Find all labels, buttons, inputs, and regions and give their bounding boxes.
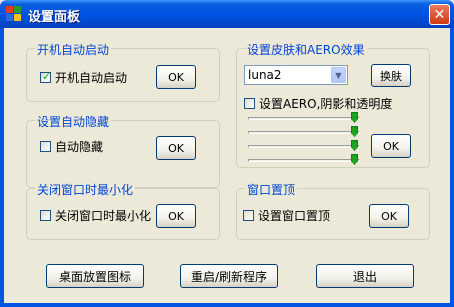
autostart-checkbox[interactable]: ✓ 开机自动启动: [40, 69, 127, 86]
topmost-group-title: 窗口置顶: [245, 181, 298, 198]
checkbox-box[interactable]: ✓: [40, 70, 52, 83]
slider-track: [248, 145, 360, 148]
window-title: 设置面板: [28, 10, 81, 25]
client-area: 开机自动启动 ✓ 开机自动启动 OK 设置自动隐藏 自动隐藏 OK 关闭窗口时最…: [4, 28, 450, 303]
autostart-checkbox-label: 开机自动启动: [55, 71, 128, 85]
restart-button[interactable]: 重启/刷新程序: [180, 264, 278, 288]
topmost-checkbox-label: 设置窗口置顶: [258, 209, 331, 223]
slider-thumb[interactable]: [351, 126, 358, 137]
aero-checkbox-label: 设置AERO,阴影和透明度: [259, 97, 393, 111]
slider-thumb[interactable]: [351, 140, 358, 151]
skin-ok-button[interactable]: OK: [371, 134, 411, 158]
settings-window: 设置面板 ✕ 开机自动启动 ✓ 开机自动启动 OK 设置自动隐藏 自动隐藏 OK…: [0, 0, 454, 307]
autohide-checkbox[interactable]: 自动隐藏: [40, 138, 103, 155]
transparency-slider[interactable]: [248, 140, 360, 151]
checkbox-box[interactable]: [40, 210, 51, 221]
topmost-checkbox[interactable]: 设置窗口置顶: [243, 207, 330, 224]
checkbox-box[interactable]: [40, 141, 51, 152]
aero-checkbox[interactable]: 设置AERO,阴影和透明度: [244, 95, 392, 112]
minimize-group: 关闭窗口时最小化 关闭窗口时最小化 OK: [26, 181, 220, 240]
minimize-checkbox[interactable]: 关闭窗口时最小化: [40, 207, 151, 224]
slider-track: [248, 131, 360, 134]
close-button[interactable]: ✕: [429, 4, 450, 25]
autostart-ok-button[interactable]: OK: [156, 65, 196, 89]
autohide-checkbox-label: 自动隐藏: [55, 140, 104, 154]
checkbox-box[interactable]: [244, 98, 255, 109]
skin-group-title: 设置皮肤和AERO效果: [245, 41, 367, 58]
shadow-slider[interactable]: [248, 126, 360, 137]
close-icon: ✕: [433, 6, 446, 23]
checkbox-box[interactable]: [243, 210, 254, 221]
change-skin-button[interactable]: 换肤: [371, 64, 411, 87]
autohide-group-title: 设置自动隐藏: [35, 113, 112, 130]
exit-button[interactable]: 退出: [316, 264, 414, 288]
slider-thumb[interactable]: [351, 154, 358, 165]
chevron-down-icon[interactable]: ▼: [331, 67, 346, 83]
topmost-ok-button[interactable]: OK: [369, 204, 409, 228]
autostart-group: 开机自动启动 ✓ 开机自动启动 OK: [26, 41, 220, 102]
minimize-checkbox-label: 关闭窗口时最小化: [55, 209, 152, 223]
slider-track: [248, 117, 360, 120]
skin-group: 设置皮肤和AERO效果 luna2 ▼ 换肤 设置AERO,阴影和透明度 OK: [236, 41, 430, 168]
minimize-ok-button[interactable]: OK: [156, 204, 196, 228]
minimize-group-title: 关闭窗口时最小化: [35, 181, 136, 198]
topmost-group: 窗口置顶 设置窗口置顶 OK: [236, 181, 430, 240]
slider-thumb[interactable]: [351, 112, 358, 123]
title-bar[interactable]: 设置面板 ✕: [0, 0, 454, 28]
checkmark-icon: ✓: [42, 70, 52, 83]
skin-select[interactable]: luna2 ▼: [244, 65, 348, 85]
desktop-icon-button[interactable]: 桌面放置图标: [46, 264, 144, 288]
slider-track: [248, 159, 360, 162]
opacity-slider[interactable]: [248, 154, 360, 165]
app-grid-icon: [6, 6, 22, 22]
autostart-group-title: 开机自动启动: [35, 41, 112, 58]
aero-slider[interactable]: [248, 112, 360, 123]
autohide-ok-button[interactable]: OK: [156, 136, 196, 160]
skin-select-value: luna2: [248, 68, 282, 82]
autohide-group: 设置自动隐藏 自动隐藏 OK: [26, 113, 220, 188]
